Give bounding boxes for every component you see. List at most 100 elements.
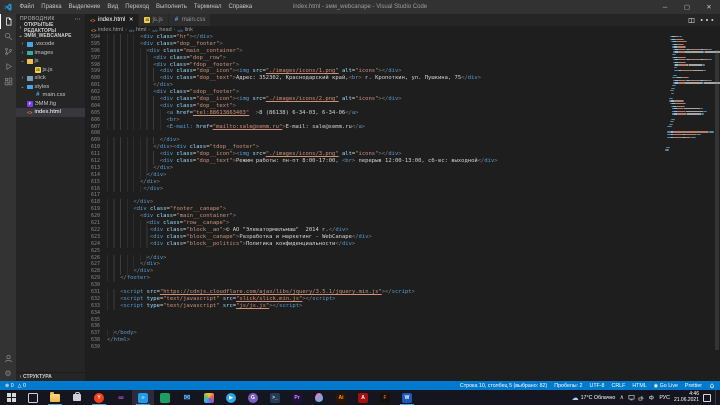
green-app-icon[interactable] — [154, 390, 176, 405]
menu-item-0[interactable]: Файл — [16, 4, 38, 10]
minimap-line — [665, 121, 713, 123]
status-html[interactable]: HTML — [632, 383, 646, 389]
status-go-live[interactable]: ◉ Go Live — [654, 383, 678, 389]
breadcrumb-item-link[interactable]: </> link — [177, 27, 193, 33]
premiere-pro-icon[interactable]: Pr — [286, 390, 308, 405]
code-token: "./images/icons/2.png" — [265, 96, 339, 103]
breadcrumb[interactable]: <> index.html › </> html › </> head › </> link — [85, 26, 720, 34]
tree-item-js.js[interactable]: JS js.js — [16, 66, 85, 75]
run-debug-icon[interactable] — [0, 59, 16, 74]
tree-item-.vscode[interactable]: › .vscode — [16, 40, 85, 49]
account-icon[interactable] — [0, 351, 16, 366]
code-line-content: <br> — [105, 116, 180, 124]
weather-widget[interactable]: ☁ 17°C Облачно — [572, 394, 616, 402]
close-button[interactable]: ✕ — [698, 0, 720, 14]
tree-item-main.css[interactable]: # main.css — [16, 91, 85, 100]
blue-app-icon[interactable]: W — [396, 390, 418, 405]
maximize-button[interactable]: ▢ — [676, 0, 698, 14]
menu-item-3[interactable]: Вид — [104, 4, 122, 10]
workspace-root-label: ЭММ_WEBCANAPE — [24, 33, 72, 39]
github-desktop-icon[interactable]: G — [242, 390, 264, 405]
minimap-line — [665, 90, 713, 92]
breadcrumb-item-index.html[interactable]: <> index.html — [91, 27, 123, 33]
file-explorer-icon[interactable] — [44, 390, 66, 405]
bell-icon[interactable] — [709, 383, 715, 389]
settings-icon[interactable]: ⚙ — [0, 366, 16, 381]
status-warnings[interactable]: △ 0 — [18, 383, 26, 389]
show-desktop-button[interactable] — [715, 390, 719, 405]
visual-studio-icon[interactable]: ∞ — [110, 390, 132, 405]
status-utf-8[interactable]: UTF-8 — [590, 383, 605, 389]
menu-item-1[interactable]: Правка — [38, 4, 65, 10]
tree-item-index.html[interactable]: <> index.html — [16, 108, 85, 117]
menu-item-4[interactable]: Переход — [122, 4, 153, 10]
indent-guides — [107, 137, 160, 145]
status-строка-10-столбец-5-выбрано-82-[interactable]: Строка 10, столбец 5 (выбрано: 82) — [460, 383, 547, 389]
menu-item-6[interactable]: Терминал — [190, 4, 225, 10]
vs-code-icon[interactable]: ‹› — [132, 390, 154, 405]
code-token: "block__politics" — [186, 240, 243, 247]
tree-item-ЭММ.fig[interactable]: F ЭММ.fig — [16, 100, 85, 109]
minimize-button[interactable]: ─ — [654, 0, 676, 14]
code-token: "row__canape" — [183, 220, 227, 227]
mail-icon[interactable]: ✉ — [176, 390, 198, 405]
tray-expand-icon[interactable]: ∧ — [619, 394, 624, 401]
indent-guides — [107, 96, 160, 103]
volume-icon[interactable] — [648, 394, 655, 401]
droplet-app-icon[interactable] — [308, 390, 330, 405]
extensions-icon[interactable] — [0, 74, 16, 89]
outline-section[interactable]: › СТРУКТУРА — [16, 372, 85, 381]
telegram-icon[interactable]: ▶ — [220, 390, 242, 405]
source-control-icon[interactable] — [0, 44, 16, 59]
menu-item-7[interactable]: Справка — [225, 4, 256, 10]
terminal-icon[interactable]: >_ — [264, 390, 286, 405]
app-glyph: Y — [94, 392, 104, 403]
photos-app-icon[interactable] — [198, 390, 220, 405]
code-token: Разработка и маркетинг - WebCanape — [239, 233, 352, 240]
status-errors[interactable]: ⊗ 0 — [5, 383, 14, 389]
breadcrumb-item-html[interactable]: </> html — [129, 27, 147, 33]
code-token: src — [249, 96, 263, 103]
tab-js.js[interactable]: JS js.js — [139, 14, 169, 26]
tree-item-slick[interactable]: › slick — [16, 74, 85, 83]
clock[interactable]: 4:46 21.06.2021 — [674, 391, 699, 403]
status-пробелы-2[interactable]: Пробелы: 2 — [554, 383, 582, 389]
figma-icon[interactable]: F — [374, 390, 396, 405]
start-button-icon[interactable] — [0, 390, 22, 405]
yandex-browser-icon[interactable]: Y — [88, 390, 110, 405]
minimap-segment — [710, 59, 712, 61]
scrollbar[interactable] — [715, 50, 719, 350]
code-token: E-mail: sale@semm.ru — [285, 123, 352, 130]
display-icon[interactable] — [628, 394, 635, 401]
tree-item-images[interactable]: › images — [16, 49, 85, 58]
code-token: alt — [338, 96, 352, 103]
indent-guides — [107, 171, 147, 179]
explorer-icon[interactable] — [0, 14, 16, 29]
code-line-content — [105, 130, 107, 137]
tab-index.html[interactable]: <> index.html ✕ — [85, 14, 140, 26]
language-indicator[interactable]: РУС — [659, 395, 670, 401]
search-icon[interactable] — [0, 29, 16, 44]
network-icon[interactable] — [638, 394, 645, 401]
code-token: Режим работы: пн-пт 8:00-17:00, — [235, 158, 342, 165]
action-center-icon[interactable] — [703, 393, 711, 402]
folder-icon — [27, 50, 33, 55]
illustrator-icon[interactable]: Ai — [330, 390, 352, 405]
tree-item-js[interactable]: ⌄ js — [16, 57, 85, 66]
status-crlf[interactable]: CRLF — [612, 383, 626, 389]
tab-main.css[interactable]: # main.css — [168, 14, 212, 26]
acrobat-icon[interactable]: A — [352, 390, 374, 405]
menu-item-5[interactable]: Выполнить — [153, 4, 191, 10]
microsoft-store-icon[interactable] — [66, 390, 88, 405]
menu-item-2[interactable]: Выделение — [65, 4, 104, 10]
tree-item-styles[interactable]: ⌄ styles — [16, 83, 85, 92]
status-prettier[interactable]: Prettier — [685, 383, 702, 389]
app-glyph: F — [380, 392, 390, 403]
code-editor[interactable]: 594 <div class="hr"></div> 595 <div class="… — [85, 34, 720, 381]
minimap[interactable] — [665, 36, 720, 155]
task-view-icon[interactable] — [22, 390, 44, 405]
breadcrumb-item-head[interactable]: </> head — [152, 27, 172, 33]
open-editors-section[interactable]: › ОТКРЫТЫЕ РЕДАКТОРЫ — [16, 22, 85, 34]
code-token: "text/javascript" — [163, 295, 220, 302]
tab-close-icon[interactable]: ✕ — [129, 17, 134, 23]
